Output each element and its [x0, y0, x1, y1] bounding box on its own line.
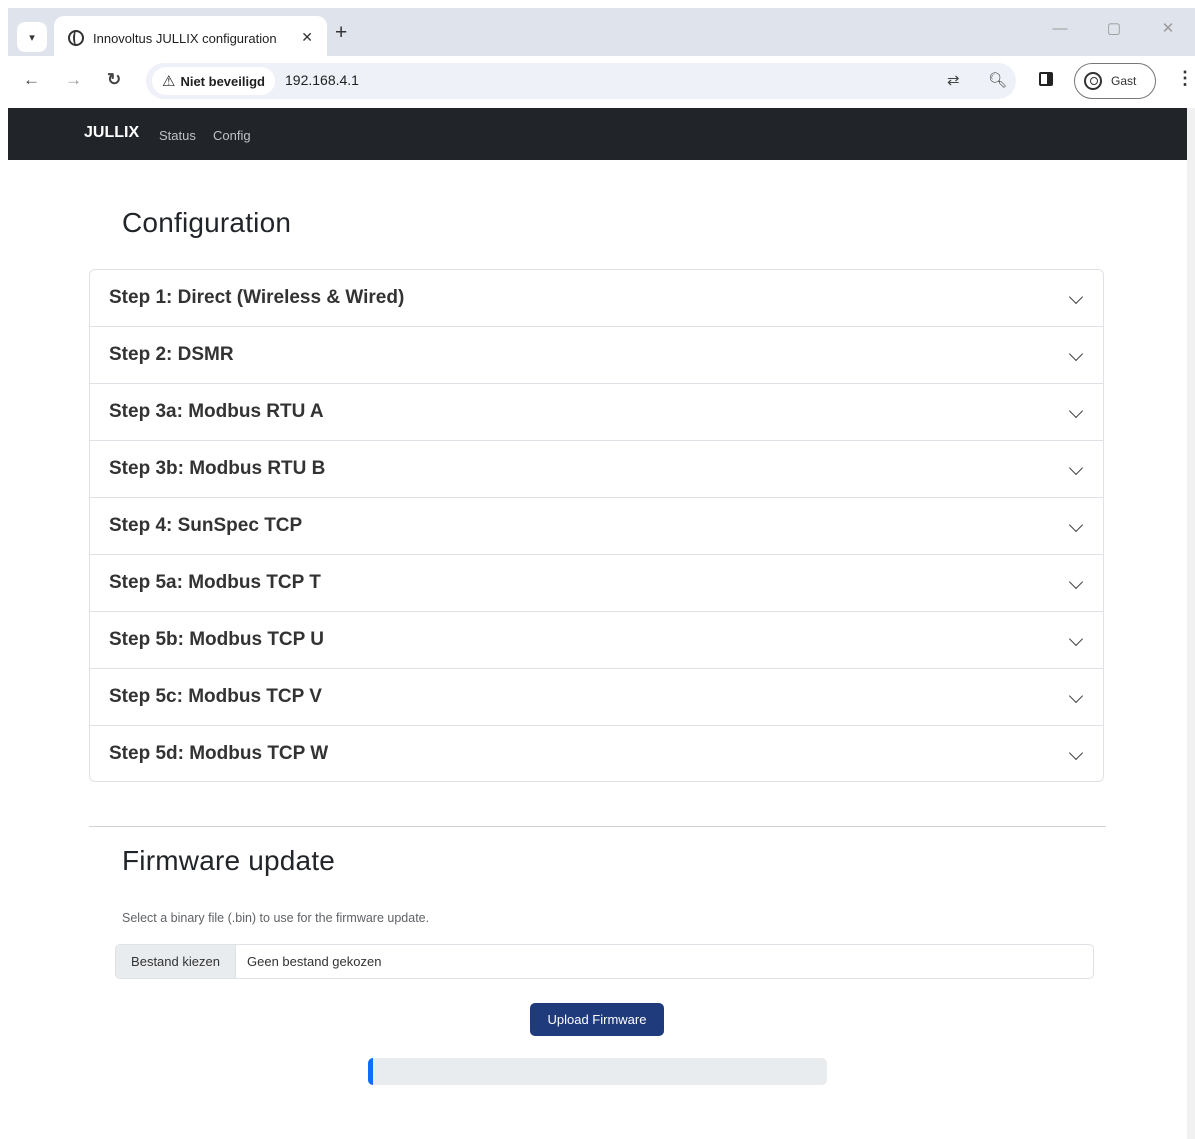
accordion-item-label: Step 1: Direct (Wireless & Wired): [109, 287, 405, 308]
browser-toolbar: ← → ↻ ⚠ Niet beveiligd 192.168.4.1 ⇄ 🔍︎ …: [8, 56, 1195, 108]
accordion-item[interactable]: Step 2: DSMR: [90, 327, 1103, 384]
chevron-down-icon[interactable]: [1068, 517, 1084, 533]
url-text[interactable]: 192.168.4.1: [285, 72, 359, 88]
reload-icon[interactable]: ↻: [107, 70, 121, 90]
zoom-icon[interactable]: 🔍︎: [988, 71, 1007, 89]
globe-icon: [68, 30, 84, 46]
accordion-item[interactable]: Step 3a: Modbus RTU A: [90, 384, 1103, 441]
address-bar[interactable]: ⚠ Niet beveiligd 192.168.4.1 ⇄ 🔍︎: [146, 63, 1016, 99]
chevron-down-icon[interactable]: [1068, 574, 1084, 590]
forward-icon[interactable]: →: [65, 70, 82, 90]
browser-chrome: ▾ Innovoltus JULLIX configuration ✕ + — …: [8, 8, 1195, 108]
browser-tab[interactable]: Innovoltus JULLIX configuration ✕: [54, 16, 327, 60]
new-tab-button[interactable]: +: [335, 22, 347, 44]
accordion-item[interactable]: Step 3b: Modbus RTU B: [90, 441, 1103, 498]
accordion-item-label: Step 3b: Modbus RTU B: [109, 458, 326, 479]
brand-logo[interactable]: JULLIX: [84, 124, 139, 142]
side-panel-icon[interactable]: [1039, 72, 1053, 86]
firmware-file-input[interactable]: Bestand kiezen Geen bestand gekozen: [115, 944, 1094, 979]
accordion-item-label: Step 5c: Modbus TCP V: [109, 686, 322, 707]
chevron-down-icon[interactable]: [1068, 745, 1084, 761]
close-window-icon[interactable]: ✕: [1141, 14, 1195, 44]
accordion-item-label: Step 3a: Modbus RTU A: [109, 401, 324, 422]
accordion-item-label: Step 5b: Modbus TCP U: [109, 629, 324, 650]
translate-icon[interactable]: ⇄: [947, 71, 960, 89]
accordion-item-label: Step 4: SunSpec TCP: [109, 515, 303, 536]
security-chip[interactable]: ⚠ Niet beveiligd: [152, 67, 275, 95]
accordion-item-label: Step 2: DSMR: [109, 344, 234, 365]
upload-progress-bar: [368, 1058, 827, 1085]
configuration-accordion: Step 1: Direct (Wireless & Wired) Step 2:…: [89, 269, 1104, 782]
chevron-down-icon[interactable]: [1068, 403, 1084, 419]
chevron-down-icon[interactable]: [1068, 289, 1084, 305]
nav-link-status[interactable]: Status: [159, 128, 196, 143]
back-icon[interactable]: ←: [23, 70, 40, 90]
minimize-icon[interactable]: —: [1033, 14, 1087, 44]
accordion-item[interactable]: Step 1: Direct (Wireless & Wired): [90, 270, 1103, 327]
accordion-item[interactable]: Step 5b: Modbus TCP U: [90, 612, 1103, 669]
accordion-item[interactable]: Step 5a: Modbus TCP T: [90, 555, 1103, 612]
configuration-title: Configuration: [122, 207, 292, 238]
profile-button[interactable]: Gast: [1074, 63, 1156, 99]
menu-icon[interactable]: ⋮: [1176, 68, 1194, 89]
choose-file-button[interactable]: Bestand kiezen: [116, 945, 236, 978]
accordion-item[interactable]: Step 4: SunSpec TCP: [90, 498, 1103, 555]
tab-title: Innovoltus JULLIX configuration: [93, 30, 277, 46]
accordion-item-label: Step 5d: Modbus TCP W: [109, 743, 329, 764]
top-navbar: JULLIX Status Config: [8, 108, 1187, 160]
file-name-text: Geen bestand gekozen: [247, 954, 382, 969]
chevron-down-icon[interactable]: [1068, 631, 1084, 647]
window-controls: — ▢ ✕: [1033, 14, 1195, 44]
chevron-down-icon[interactable]: [1068, 688, 1084, 704]
upload-firmware-button[interactable]: Upload Firmware: [530, 1003, 664, 1036]
accordion-item[interactable]: Step 5c: Modbus TCP V: [90, 669, 1103, 726]
chevron-down-icon[interactable]: [1068, 346, 1084, 362]
firmware-hint: Select a binary file (.bin) to use for t…: [122, 911, 430, 925]
tab-strip: ▾ Innovoltus JULLIX configuration ✕ + — …: [8, 8, 1195, 60]
nav-link-config[interactable]: Config: [213, 128, 251, 143]
tab-search-button[interactable]: ▾: [17, 22, 47, 52]
close-tab-icon[interactable]: ✕: [301, 29, 313, 46]
profile-label: Gast: [1111, 74, 1137, 88]
accordion-item-label: Step 5a: Modbus TCP T: [109, 572, 321, 593]
warning-icon: ⚠: [162, 73, 176, 90]
section-divider: [89, 826, 1106, 827]
security-label: Niet beveiligd: [180, 73, 265, 89]
scrollbar[interactable]: [1187, 108, 1195, 1139]
maximize-icon[interactable]: ▢: [1087, 14, 1141, 44]
chevron-down-icon[interactable]: [1068, 460, 1084, 476]
progress-fill: [368, 1058, 373, 1085]
firmware-title: Firmware update: [122, 845, 336, 876]
accordion-item[interactable]: Step 5d: Modbus TCP W: [90, 726, 1103, 781]
profile-icon: [1084, 72, 1102, 90]
